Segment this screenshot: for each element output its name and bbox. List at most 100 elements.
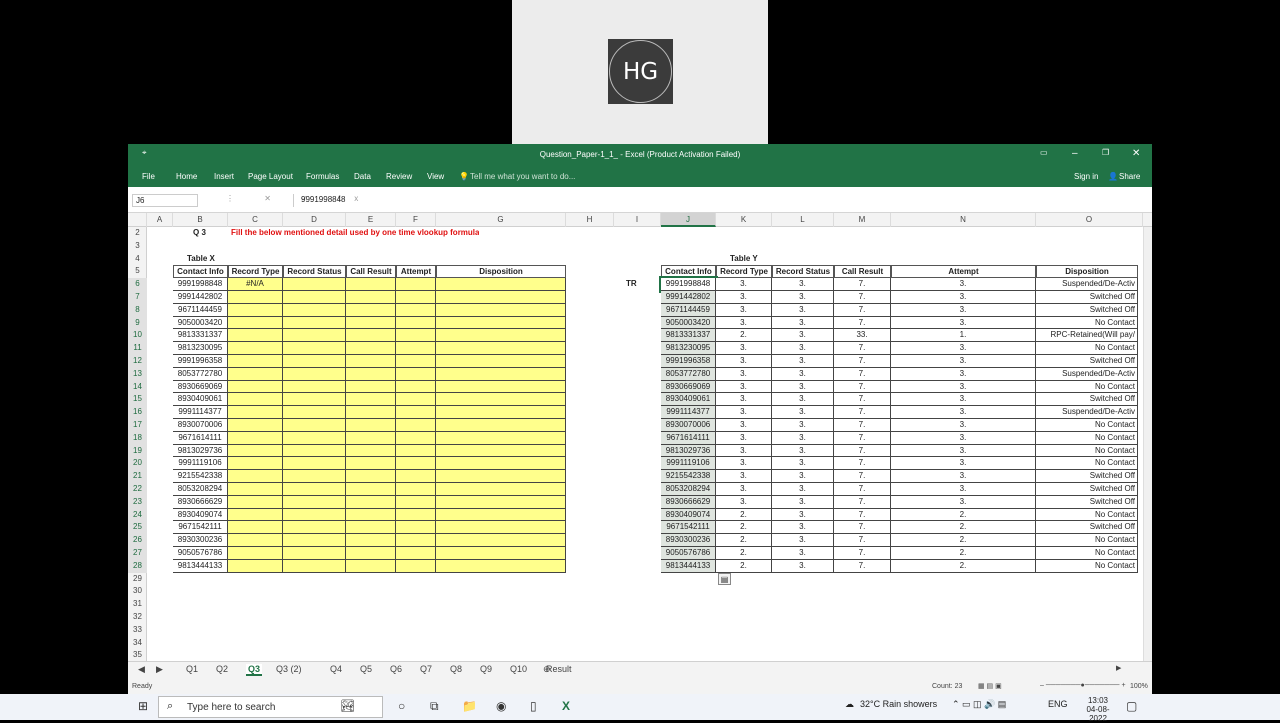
restore-icon[interactable]: ❐ (1102, 148, 1109, 157)
table-x-input-cell[interactable] (346, 534, 396, 547)
table-y-cell[interactable]: 3. (891, 470, 1036, 483)
table-x-input-cell[interactable] (396, 470, 436, 483)
table-x-input-cell[interactable] (436, 329, 566, 343)
table-y-contact[interactable]: 9050576786 (661, 547, 716, 560)
table-y-cell[interactable]: 2. (891, 508, 1036, 522)
row-header[interactable]: 6 (128, 278, 147, 291)
table-y-cell[interactable]: 7. (834, 547, 891, 560)
table-x-input-cell[interactable] (346, 419, 396, 432)
table-y-cell[interactable]: No Contact (1036, 419, 1138, 432)
table-x-input-cell[interactable] (436, 521, 566, 535)
row-header[interactable]: 12 (128, 355, 147, 368)
table-y-cell[interactable]: 7. (834, 342, 891, 355)
table-x-contact[interactable]: 9991996358 (173, 355, 228, 368)
table-y-cell[interactable]: 3. (891, 495, 1036, 509)
table-x-contact[interactable]: 8053208294 (173, 483, 228, 496)
table-x-input-cell[interactable] (283, 547, 346, 560)
row-header[interactable]: 33 (128, 624, 147, 637)
table-y-cell[interactable]: 3. (716, 393, 772, 407)
table-y-cell[interactable]: 3. (772, 355, 834, 368)
table-y-cell[interactable]: 3. (772, 470, 834, 483)
table-x-input-cell[interactable] (228, 534, 283, 547)
table-x-input-cell[interactable] (346, 291, 396, 304)
row-header[interactable]: 9 (128, 316, 147, 330)
tab-home[interactable]: Home (176, 172, 197, 181)
table-x-input-cell[interactable] (283, 342, 346, 355)
table-x-input-cell[interactable] (396, 342, 436, 355)
table-y-cell[interactable]: 3. (716, 342, 772, 355)
table-y-cell[interactable]: 2. (891, 559, 1036, 573)
table-y-cell[interactable]: 3. (716, 380, 772, 394)
table-x-contact[interactable]: 8930409061 (173, 393, 228, 407)
table-x-input-cell[interactable] (396, 444, 436, 458)
table-y-contact[interactable]: 8930666629 (661, 495, 716, 509)
table-x-input-cell[interactable] (436, 419, 566, 432)
table-x-input-cell[interactable] (283, 380, 346, 394)
table-y-cell[interactable]: No Contact (1036, 547, 1138, 560)
table-x-input-cell[interactable] (283, 444, 346, 458)
column-header-M[interactable]: M (834, 213, 891, 227)
table-x-input-cell[interactable] (396, 508, 436, 522)
table-x-input-cell[interactable] (283, 329, 346, 343)
row-header[interactable]: 31 (128, 598, 147, 611)
sheet-tab-q9[interactable]: Q9 (480, 664, 492, 674)
table-x-input-cell[interactable] (228, 367, 283, 381)
row-header[interactable]: 27 (128, 547, 147, 560)
zoom-slider[interactable]: – ───────●─────── + (1040, 682, 1126, 689)
table-x-input-cell[interactable] (283, 457, 346, 471)
table-y-cell[interactable]: 3. (716, 355, 772, 368)
table-y-cell[interactable]: 3. (891, 406, 1036, 419)
table-y-cell[interactable]: 3. (772, 380, 834, 394)
row-header[interactable]: 24 (128, 508, 147, 522)
sheet-tab-q1[interactable]: Q1 (186, 664, 198, 674)
table-x-input-cell[interactable] (436, 495, 566, 509)
tell-me-input[interactable]: Tell me what you want to do... (470, 172, 575, 181)
table-x-input-cell[interactable] (346, 457, 396, 471)
table-x-input-cell[interactable] (436, 470, 566, 483)
table-y-cell[interactable]: 2. (891, 547, 1036, 560)
table-x-input-cell[interactable] (396, 495, 436, 509)
table-y-cell[interactable]: 2. (716, 329, 772, 343)
table-y-cell[interactable]: 3. (716, 431, 772, 445)
table-y-cell[interactable]: 3. (716, 291, 772, 304)
hscroll-right-icon[interactable]: ▶ (1116, 664, 1121, 672)
table-x-contact[interactable]: 9813331337 (173, 329, 228, 343)
column-header-G[interactable]: G (436, 213, 566, 227)
table-y-cell[interactable]: 2. (716, 559, 772, 573)
table-y-contact[interactable]: 9671542111 (661, 521, 716, 535)
table-x-input-cell[interactable] (436, 367, 566, 381)
table-x-contact[interactable]: 9991998848 (173, 278, 228, 291)
worksheet-grid[interactable]: Q 3 Fill the below mentioned detail used … (147, 227, 1143, 661)
table-x-input-cell[interactable] (346, 483, 396, 496)
sheet-tab-q7[interactable]: Q7 (420, 664, 432, 674)
table-y-cell[interactable]: 3. (716, 367, 772, 381)
table-y-contact[interactable]: 8930409074 (661, 508, 716, 522)
table-y-cell[interactable]: 3. (891, 393, 1036, 407)
table-x-input-cell[interactable] (436, 303, 566, 317)
table-x-contact[interactable]: 9813230095 (173, 342, 228, 355)
table-x-input-cell[interactable] (228, 291, 283, 304)
table-y-cell[interactable]: 3. (772, 393, 834, 407)
table-x-input-cell[interactable] (346, 303, 396, 317)
table-y-cell[interactable]: Switched Off (1036, 291, 1138, 304)
clock[interactable]: 13:03 04-08-2022 (1080, 696, 1116, 723)
table-x-input-cell[interactable] (228, 316, 283, 330)
table-x-input-cell[interactable] (228, 419, 283, 432)
column-header-B[interactable]: B (173, 213, 228, 227)
table-x-input-cell[interactable] (283, 431, 346, 445)
table-y-cell[interactable]: 3. (716, 303, 772, 317)
table-y-cell[interactable]: 3. (891, 419, 1036, 432)
table-y-cell[interactable]: No Contact (1036, 380, 1138, 394)
table-x-input-cell[interactable] (436, 316, 566, 330)
table-y-cell[interactable]: No Contact (1036, 444, 1138, 458)
table-x-input-cell[interactable] (346, 470, 396, 483)
table-x-contact[interactable]: 9813444133 (173, 559, 228, 573)
formula-input[interactable]: 9991998848 (293, 194, 1143, 207)
table-y-contact[interactable]: 8930070006 (661, 419, 716, 432)
table-x-contact[interactable]: 8053772780 (173, 367, 228, 381)
row-header[interactable]: 26 (128, 534, 147, 547)
table-x-input-cell[interactable]: #N/A (228, 278, 283, 291)
column-header-O[interactable]: O (1036, 213, 1143, 227)
table-y-cell[interactable]: Switched Off (1036, 393, 1138, 407)
sheet-tab-q10[interactable]: Q10 (510, 664, 527, 674)
